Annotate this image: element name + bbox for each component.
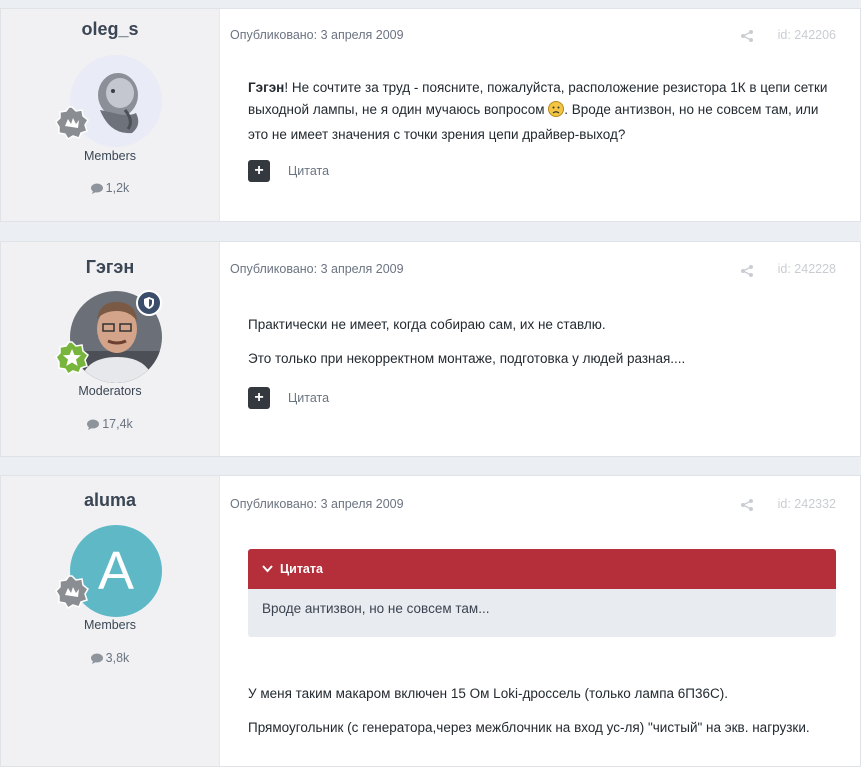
blockquote: Цитата Вроде антизвон, но не совсем там.… [248, 549, 836, 637]
post-content: Опубликовано: 3 апреля 2009 id: 242206 Г… [220, 9, 860, 221]
paragraph: Прямоугольник (с генератора,через межбло… [248, 720, 810, 735]
multiquote-add-button[interactable]: + [248, 160, 270, 182]
author-name[interactable]: aluma [1, 490, 219, 511]
share-icon[interactable] [741, 29, 753, 47]
quote-header[interactable]: Цитата [248, 549, 836, 589]
member-group: Members [83, 149, 137, 163]
post-count: 17,4k [1, 417, 219, 431]
author-name[interactable]: Гэгэн [1, 257, 219, 278]
mention-link[interactable]: Гэгэн [248, 80, 284, 95]
member-group: Members [83, 618, 137, 632]
post: Гэгэн Moderators 17,4k Опубликовано: 3 а… [0, 241, 861, 457]
post-content: Опубликовано: 3 апреля 2009 id: 242332 Ц… [220, 476, 860, 766]
member-group: Moderators [78, 384, 142, 398]
sad-emoji-icon [548, 101, 565, 124]
moderator-shield-icon [136, 290, 162, 316]
quote-text: Вроде антизвон, но не совсем там... [262, 601, 490, 616]
author-panel: Гэгэн Moderators 17,4k [1, 242, 220, 456]
post-body: Гэгэн! Не сочтите за труд - поясните, по… [248, 80, 828, 142]
comment-icon [90, 183, 103, 194]
share-icon[interactable] [741, 264, 753, 282]
post-date[interactable]: Опубликовано: 3 апреля 2009 [230, 497, 404, 511]
paragraph: Это только при некорректном монтаже, под… [248, 351, 686, 366]
author-panel: oleg_s Members 1,2k [1, 9, 220, 221]
post-id[interactable]: id: 242332 [778, 497, 836, 511]
post-count: 1,2k [1, 181, 219, 195]
comment-icon [90, 653, 103, 664]
quote-button[interactable]: Цитата [288, 391, 329, 405]
post-date[interactable]: Опубликовано: 3 апреля 2009 [230, 262, 404, 276]
rank-star-badge-icon [55, 341, 89, 376]
share-icon[interactable] [741, 498, 753, 516]
chevron-down-icon [262, 565, 273, 573]
post-count: 3,8k [1, 651, 219, 665]
post: oleg_s Members 1,2k Опубликовано: 3 апре… [0, 8, 861, 222]
post-id[interactable]: id: 242206 [778, 28, 836, 42]
rank-badge-icon [55, 106, 89, 141]
quote-button[interactable]: Цитата [288, 164, 329, 178]
post-id[interactable]: id: 242228 [778, 262, 836, 276]
comment-icon [87, 419, 100, 430]
post: aluma A Members 3,8k Опубликовано: 3 апр… [0, 475, 861, 767]
author-panel: aluma A Members 3,8k [1, 476, 220, 766]
multiquote-add-button[interactable]: + [248, 387, 270, 409]
author-name[interactable]: oleg_s [1, 19, 219, 40]
rank-badge-icon [55, 575, 89, 610]
post-body: У меня таким макаром включен 15 Ом Loki-… [248, 683, 836, 749]
paragraph: У меня таким макаром включен 15 Ом Loki-… [248, 686, 728, 701]
post-body: Практически не имеет, когда собираю сам,… [248, 314, 836, 380]
post-content: Опубликовано: 3 апреля 2009 id: 242228 П… [220, 242, 860, 456]
post-date[interactable]: Опубликовано: 3 апреля 2009 [230, 28, 404, 42]
paragraph: Практически не имеет, когда собираю сам,… [248, 317, 606, 332]
